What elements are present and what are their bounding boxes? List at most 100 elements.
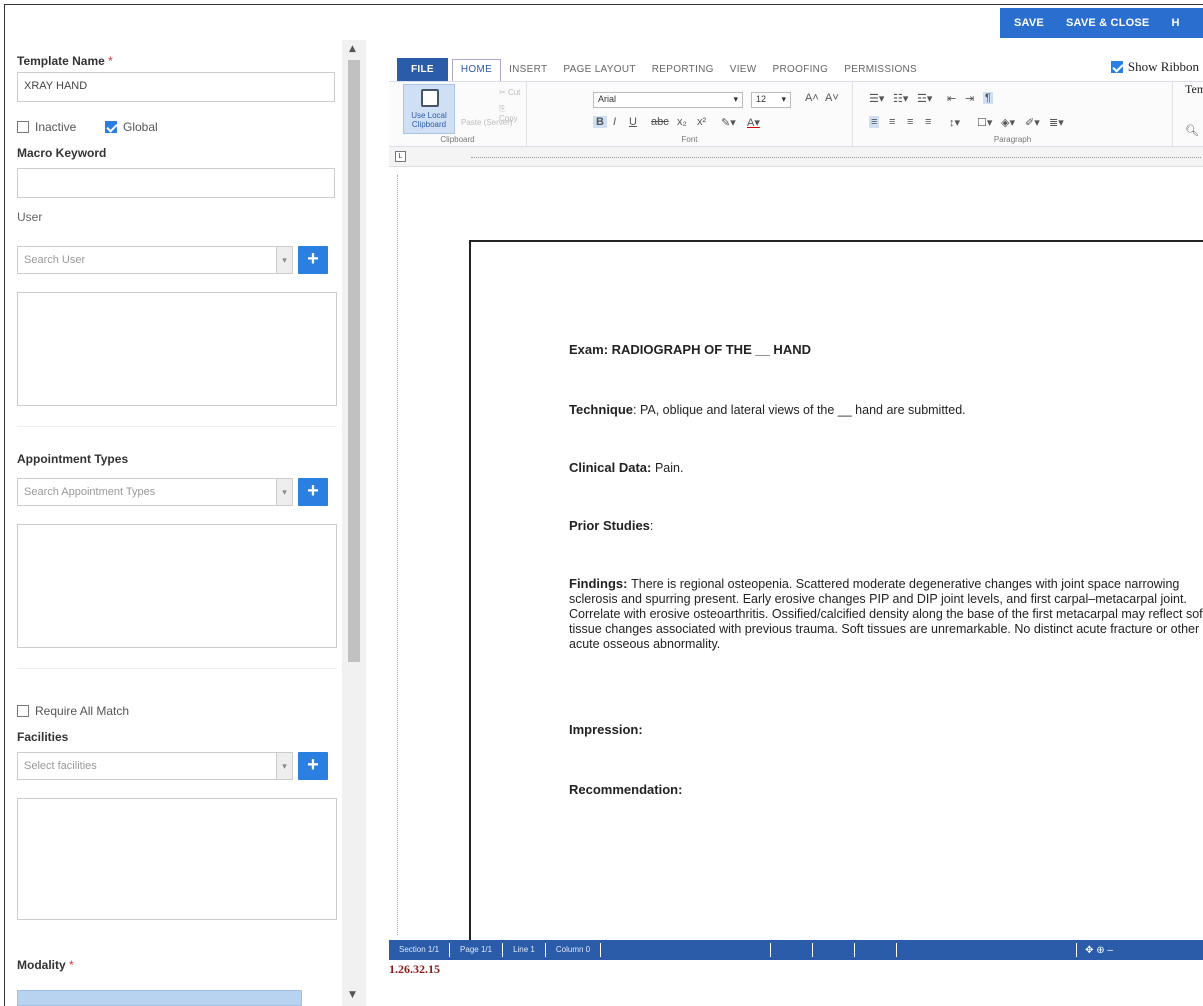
exam-heading[interactable]: Exam: RADIOGRAPH OF THE __ HAND: [569, 342, 1203, 358]
ruler-ticks: [471, 157, 1201, 158]
strikethrough-icon[interactable]: abc: [651, 116, 669, 128]
global-checkbox-box[interactable]: [105, 121, 117, 133]
line-spacing-icon[interactable]: ↕▾: [949, 116, 960, 129]
save-button[interactable]: SAVE: [1014, 17, 1044, 29]
appointment-types-list-box[interactable]: [17, 524, 337, 648]
copy-button[interactable]: ⎘ Copy: [499, 104, 526, 123]
scrollbar-thumb[interactable]: [348, 60, 360, 662]
select-facilities-select[interactable]: Select facilities ▾: [17, 752, 293, 780]
add-facility-button[interactable]: +: [298, 752, 328, 780]
global-checkbox[interactable]: Global: [105, 120, 158, 134]
justify-icon[interactable]: ≡: [925, 116, 931, 128]
global-label: Global: [123, 120, 158, 134]
style-icon[interactable]: ✐▾: [1025, 116, 1040, 129]
search-appointment-types-select[interactable]: Search Appointment Types ▾: [17, 478, 293, 506]
multilevel-list-icon[interactable]: ☲▾: [917, 92, 932, 105]
highlight-icon[interactable]: ✎▾: [721, 116, 736, 129]
scroll-down-icon[interactable]: ▼: [349, 990, 356, 1000]
home-ribbon: Use Local Clipboard Paste (Server) ✂ Cut…: [389, 81, 1203, 147]
italic-icon[interactable]: I: [613, 116, 616, 128]
add-user-button[interactable]: +: [298, 246, 328, 274]
tab-home[interactable]: HOME: [451, 59, 502, 81]
user-list-box[interactable]: [17, 292, 337, 406]
status-line: Line 1: [503, 943, 546, 957]
divider: [17, 426, 337, 427]
document-area: Exam: RADIOGRAPH OF THE __ HAND Techniqu…: [389, 167, 1203, 940]
inactive-checkbox-box[interactable]: [17, 121, 29, 133]
bold-icon[interactable]: B: [593, 116, 607, 128]
scroll-up-icon[interactable]: ▲: [349, 44, 356, 54]
clinical-data-paragraph[interactable]: Clinical Data: Pain.: [569, 460, 1203, 476]
tab-file[interactable]: FILE: [397, 58, 448, 81]
dropdown-arrow-icon[interactable]: ▾: [276, 479, 292, 505]
dropdown-arrow-icon[interactable]: ▾: [276, 247, 292, 273]
bullets-icon[interactable]: ☰▾: [869, 92, 884, 105]
prior-studies-paragraph[interactable]: Prior Studies:: [569, 518, 1203, 534]
tab-view[interactable]: VIEW: [722, 60, 765, 81]
font-color-icon[interactable]: A▾: [747, 116, 760, 129]
shading-icon[interactable]: ◈▾: [1001, 116, 1015, 129]
font-name-select[interactable]: Arial ▾: [593, 92, 743, 108]
cut-button[interactable]: ✂ Cut: [499, 88, 520, 97]
macro-keyword-input[interactable]: [17, 168, 335, 198]
show-ribbon-toggle[interactable]: Show Ribbon: [1110, 59, 1199, 75]
numbering-icon[interactable]: ☷▾: [893, 92, 908, 105]
user-label: User: [17, 210, 43, 224]
borders-icon[interactable]: ☐▾: [977, 116, 992, 129]
tab-stop-selector[interactable]: L: [395, 151, 406, 162]
help-button[interactable]: H: [1171, 17, 1179, 29]
template-name-overlay: Template Name: [1185, 82, 1203, 96]
facilities-placeholder: Select facilities: [24, 760, 97, 772]
shrink-font-icon[interactable]: A˅: [825, 92, 839, 104]
require-all-match-checkbox-box[interactable]: [17, 705, 29, 717]
tab-page-layout[interactable]: PAGE LAYOUT: [555, 60, 643, 81]
increase-indent-icon[interactable]: ⇥: [965, 92, 974, 105]
status-column: Column 0: [546, 943, 602, 957]
align-left-icon[interactable]: ≡: [869, 116, 880, 128]
modality-select[interactable]: [17, 990, 302, 1006]
underline-icon[interactable]: U: [629, 116, 637, 128]
horizontal-ruler[interactable]: L: [389, 147, 1203, 167]
show-marks-icon[interactable]: ¶: [983, 92, 993, 104]
tab-permissions[interactable]: PERMISSIONS: [836, 60, 925, 81]
font-size-select[interactable]: 12 ▾: [751, 92, 791, 108]
document-page[interactable]: Exam: RADIOGRAPH OF THE __ HAND Techniqu…: [469, 240, 1203, 940]
show-ribbon-checkbox[interactable]: [1110, 61, 1123, 73]
template-form-panel: Template Name * XRAY HAND Inactive Globa…: [5, 40, 342, 1006]
zoom-controls-icon[interactable]: ✥ ⊕ –: [1077, 945, 1113, 956]
paragraph-settings-icon[interactable]: ≣▾: [1049, 116, 1064, 129]
align-center-icon[interactable]: ≡: [889, 116, 895, 128]
modality-label: Modality *: [17, 958, 74, 972]
technique-paragraph[interactable]: Technique: PA, oblique and lateral views…: [569, 402, 1203, 418]
dropdown-arrow-icon[interactable]: ▾: [276, 753, 292, 779]
tab-reporting[interactable]: REPORTING: [644, 60, 722, 81]
show-ribbon-label: Show Ribbon: [1127, 59, 1199, 74]
facilities-list-box[interactable]: [17, 798, 337, 920]
clipboard-group-label: Clipboard: [440, 135, 475, 144]
tab-insert[interactable]: INSERT: [501, 60, 555, 81]
inactive-checkbox[interactable]: Inactive: [17, 120, 76, 134]
status-section: Section 1/1: [389, 943, 451, 957]
tab-proofing[interactable]: PROOFING: [765, 60, 837, 81]
subscript-icon[interactable]: x₂: [677, 116, 687, 128]
clipboard-icon: [421, 89, 439, 107]
form-scrollbar[interactable]: ▲ ▼: [342, 40, 366, 1006]
use-local-clipboard-button[interactable]: Use Local Clipboard: [403, 84, 455, 134]
recommendation-heading[interactable]: Recommendation:: [569, 782, 1203, 798]
template-name-input[interactable]: XRAY HAND: [17, 72, 335, 102]
grow-font-icon[interactable]: A˄: [805, 92, 819, 104]
impression-heading[interactable]: Impression:: [569, 722, 1203, 738]
save-close-button[interactable]: SAVE & CLOSE: [1066, 17, 1150, 29]
decrease-indent-icon[interactable]: ⇤: [947, 92, 956, 105]
inactive-label: Inactive: [35, 120, 77, 134]
search-user-select[interactable]: Search User ▾: [17, 246, 293, 274]
search-user-placeholder: Search User: [24, 254, 86, 266]
ribbon-tabs: FILE HOME INSERT PAGE LAYOUT REPORTING V…: [389, 55, 1203, 81]
align-right-icon[interactable]: ≡: [907, 116, 913, 128]
add-appointment-type-button[interactable]: +: [298, 478, 328, 506]
require-all-match-checkbox[interactable]: Require All Match: [17, 704, 129, 718]
superscript-icon[interactable]: x²: [697, 116, 706, 128]
paragraph-group: ☰▾ ☷▾ ☲▾ ⇤ ⇥ ¶ ≡ ≡ ≡ ≡ ↕▾ ☐▾ ◈▾ ✐▾ ≣▾ Pa…: [853, 82, 1173, 146]
find-icon[interactable]: 🔍︎: [1185, 124, 1199, 137]
findings-paragraph[interactable]: Findings: There is regional osteopenia. …: [569, 576, 1203, 652]
